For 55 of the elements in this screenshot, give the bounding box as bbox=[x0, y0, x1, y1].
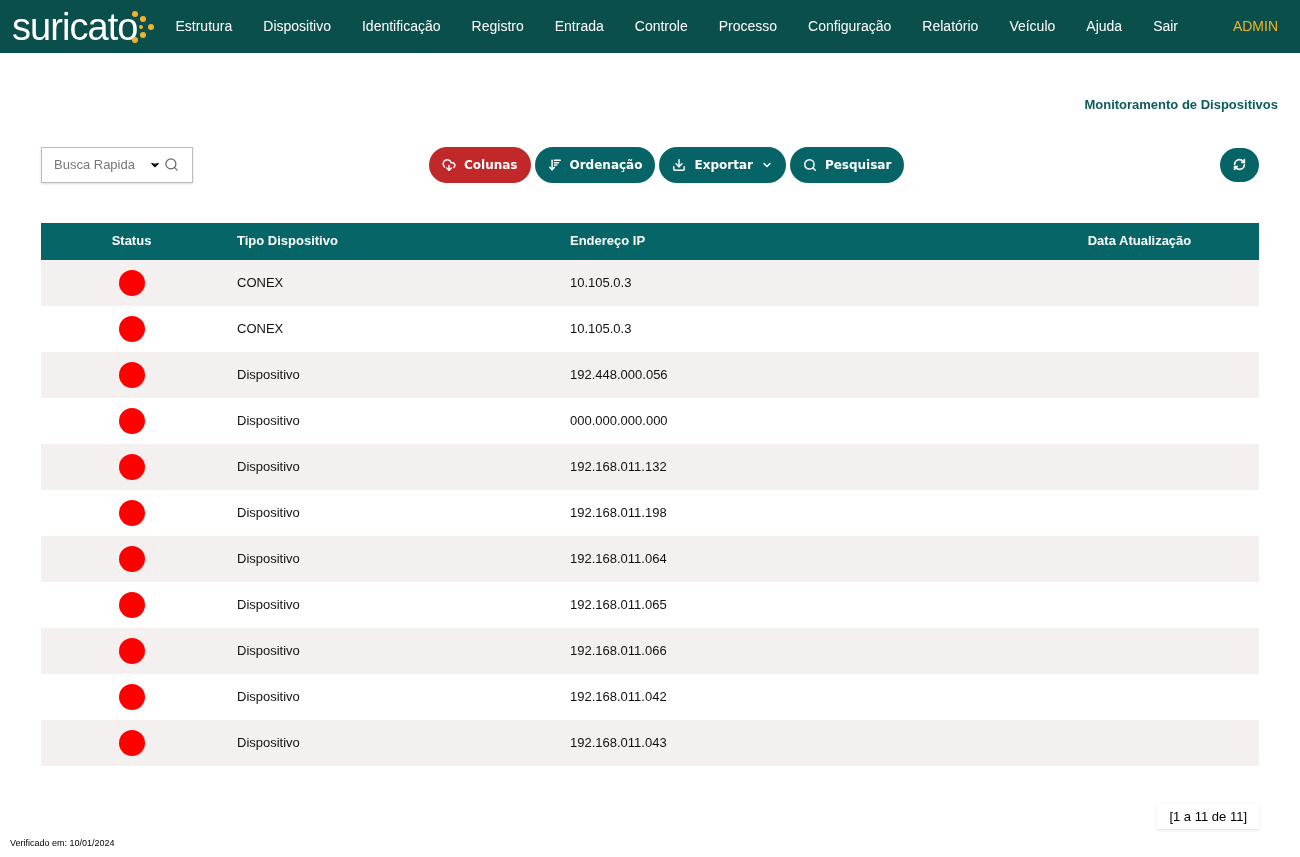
table-cell: 000.000.000.000 bbox=[570, 412, 668, 428]
sort-button[interactable]: Ordenação bbox=[534, 146, 656, 183]
user-name[interactable]: ADMIN bbox=[1232, 16, 1278, 37]
search-icon bbox=[164, 156, 179, 172]
columns-button[interactable]: Colunas bbox=[429, 146, 531, 183]
table-cell: Dispositivo bbox=[237, 596, 300, 612]
nav-link[interactable]: Entrada bbox=[554, 16, 604, 37]
search-button[interactable]: Pesquisar bbox=[789, 146, 905, 183]
table-cell: 192.168.011.198 bbox=[570, 504, 667, 520]
pagination-info: [1 a 11 de 11] bbox=[1157, 803, 1259, 829]
table-cell: CONEX bbox=[237, 274, 284, 290]
table-cell: Dispositivo bbox=[237, 688, 300, 704]
nav-link[interactable]: Estrutura bbox=[175, 16, 233, 37]
column-header: Data Atualização bbox=[920, 222, 1259, 260]
nav-link[interactable]: Configuração bbox=[808, 16, 892, 37]
column-header: Tipo Dispositivo bbox=[222, 222, 570, 260]
nav-link[interactable]: Identificação bbox=[362, 16, 441, 37]
table-cell: 192.168.011.066 bbox=[570, 642, 667, 658]
column-header: Status bbox=[41, 222, 222, 260]
search-field[interactable]: Busca Rapida bbox=[41, 146, 193, 183]
table-cell: 192.168.011.064 bbox=[570, 550, 667, 566]
table-cell: 10.105.0.3 bbox=[570, 274, 632, 290]
export-button[interactable]: Exportar bbox=[659, 146, 786, 183]
table-cell: Dispositivo bbox=[237, 550, 300, 566]
table-cell: Dispositivo bbox=[237, 366, 300, 382]
column-header: Endereço IP bbox=[570, 222, 920, 260]
table-cell: 10.105.0.3 bbox=[570, 320, 632, 336]
table-cell: 192.168.011.065 bbox=[570, 596, 667, 612]
table-cell: 192.168.011.043 bbox=[570, 734, 667, 750]
logo[interactable]: suricato bbox=[12, 7, 138, 46]
nav-link[interactable]: Veículo bbox=[1009, 16, 1056, 37]
nav-link[interactable]: Controle bbox=[634, 16, 688, 37]
table-cell: Dispositivo bbox=[237, 412, 300, 428]
download-icon bbox=[672, 157, 687, 172]
nav-link[interactable]: Sair bbox=[1153, 16, 1179, 37]
verified-date: Verificado em: 10/01/2024 bbox=[10, 838, 115, 848]
search-icon bbox=[802, 157, 817, 172]
cloud-download-icon bbox=[442, 157, 456, 172]
nav-link[interactable]: Ajuda bbox=[1086, 16, 1123, 37]
table-cell: Dispositivo bbox=[237, 458, 300, 474]
table-cell: Dispositivo bbox=[237, 642, 300, 658]
table-cell: 192.168.011.042 bbox=[570, 688, 667, 704]
table-cell: CONEX bbox=[237, 320, 284, 336]
table-cell: 192.448.000.056 bbox=[570, 366, 668, 382]
nav-link[interactable]: Registro bbox=[471, 16, 524, 37]
nav-link[interactable]: Dispositivo bbox=[263, 16, 331, 37]
sort-icon bbox=[547, 157, 562, 172]
table-cell: Dispositivo bbox=[237, 504, 300, 520]
refresh-icon bbox=[1233, 158, 1246, 171]
nav-link[interactable]: Processo bbox=[718, 16, 778, 37]
table-cell: Dispositivo bbox=[237, 734, 300, 750]
page-title: Monitoramento de Dispositivos bbox=[1084, 96, 1278, 114]
nav-link[interactable]: Relatório bbox=[922, 16, 979, 37]
refresh-button[interactable] bbox=[1220, 147, 1259, 182]
table-cell: 192.168.011.132 bbox=[570, 458, 667, 474]
